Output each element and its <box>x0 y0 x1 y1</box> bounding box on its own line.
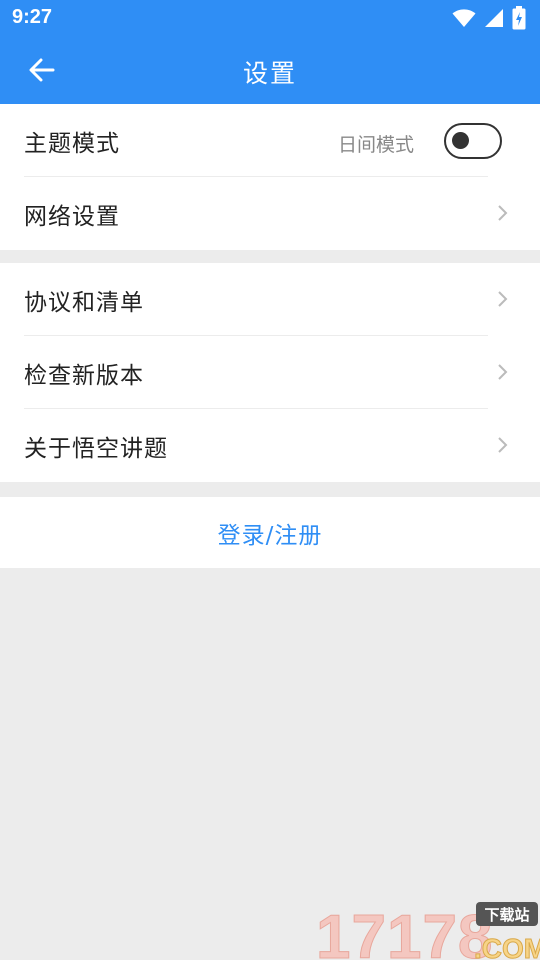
chevron-right-icon <box>498 205 508 221</box>
status-icons <box>452 6 526 30</box>
status-time: 9:27 <box>12 6 53 28</box>
status-bar: 9:27 <box>0 0 540 36</box>
wifi-icon <box>452 9 476 27</box>
network-settings-label: 网络设置 <box>24 203 120 230</box>
check-update-label: 检查新版本 <box>24 362 144 389</box>
about-app-label: 关于悟空讲题 <box>24 435 168 462</box>
network-settings-row[interactable]: 网络设置 <box>0 177 540 250</box>
theme-mode-value: 日间模式 <box>337 134 414 156</box>
about-app-row[interactable]: 关于悟空讲题 <box>0 409 540 482</box>
agreement-list-row[interactable]: 协议和清单 <box>0 263 540 336</box>
theme-mode-row: 主题模式 日间模式 <box>0 104 540 177</box>
login-register-label: 登录/注册 <box>217 522 323 549</box>
settings-group-appearance: 主题模式 日间模式 网络设置 <box>0 104 540 250</box>
app-bar: 设置 <box>0 36 540 104</box>
watermark-logo: 17178 下载站 .COM <box>316 902 540 960</box>
theme-mode-toggle[interactable] <box>444 123 502 159</box>
signal-icon <box>485 9 503 27</box>
chevron-right-icon <box>498 291 508 307</box>
chevron-right-icon <box>498 437 508 453</box>
login-register-button[interactable]: 登录/注册 <box>0 497 540 568</box>
watermark-badge: 下载站 <box>484 906 529 924</box>
watermark-domain: .COM <box>474 933 540 960</box>
check-update-row[interactable]: 检查新版本 <box>0 336 540 409</box>
watermark-number: 17178 <box>316 903 493 960</box>
battery-icon <box>512 6 526 30</box>
chevron-right-icon <box>498 364 508 380</box>
page-title: 设置 <box>242 59 297 88</box>
toggle-knob <box>452 132 469 149</box>
agreement-list-label: 协议和清单 <box>24 289 144 316</box>
theme-mode-label: 主题模式 <box>24 130 120 157</box>
settings-group-about: 协议和清单 检查新版本 关于悟空讲题 <box>0 263 540 482</box>
